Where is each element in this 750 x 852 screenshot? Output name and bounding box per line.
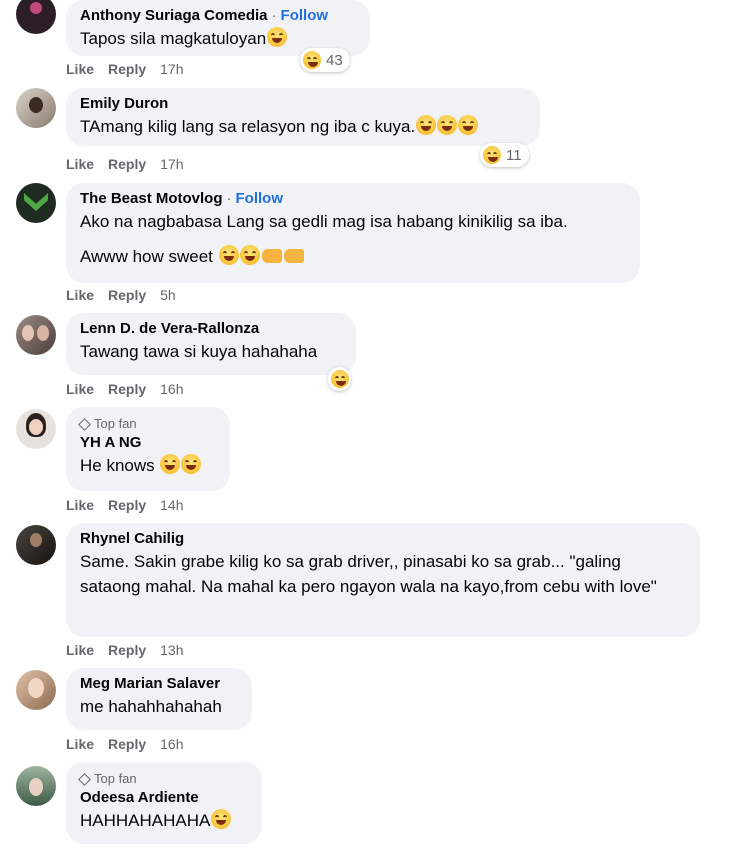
comment-author[interactable]: Anthony Suriaga Comedia xyxy=(80,7,268,24)
comment-actions: Like Reply 17h xyxy=(66,61,184,77)
reaction-count-text: 43 xyxy=(326,51,343,69)
comment-timestamp[interactable]: 16h xyxy=(160,736,183,752)
avatar[interactable] xyxy=(16,766,56,806)
comment-text: Same. Sakin grabe kilig ko sa grab drive… xyxy=(80,552,657,596)
like-button[interactable]: Like xyxy=(66,156,94,172)
laughing-emoji-icon xyxy=(267,27,288,47)
diamond-icon xyxy=(78,417,91,431)
reaction-count-text: 11 xyxy=(506,146,522,164)
reaction-count[interactable]: 43 xyxy=(300,48,350,72)
comment-actions: Like Reply 14h xyxy=(66,497,184,513)
comment-text: me hahahhahahah xyxy=(80,697,222,716)
top-fan-label: Top fan xyxy=(94,416,137,431)
comment-timestamp[interactable]: 14h xyxy=(160,497,183,513)
reaction-count[interactable]: 11 xyxy=(480,143,529,167)
diamond-icon xyxy=(78,772,91,786)
reply-button[interactable]: Reply xyxy=(108,381,146,397)
like-button[interactable]: Like xyxy=(66,736,94,752)
comment-text-2: Awww how sweet xyxy=(80,247,213,266)
comment-timestamp[interactable]: 17h xyxy=(160,156,183,172)
laughing-emoji-icon xyxy=(437,115,458,135)
reply-button[interactable]: Reply xyxy=(108,736,146,752)
laughing-emoji-icon xyxy=(416,115,437,135)
flushed-emoji-icon xyxy=(218,245,239,265)
comment-timestamp[interactable]: 16h xyxy=(160,381,183,397)
reply-button[interactable]: Reply xyxy=(108,642,146,658)
comment-timestamp[interactable]: 17h xyxy=(160,61,183,77)
comment-bubble: The Beast Motovlog · Follow Ako na nagbaba… xyxy=(66,183,640,283)
comment-bubble: Emily Duron TAmang kilig lang sa relasyo… xyxy=(66,88,540,146)
reply-button[interactable]: Reply xyxy=(108,287,146,303)
like-button[interactable]: Like xyxy=(66,381,94,397)
avatar[interactable] xyxy=(16,409,56,449)
pointing-right-icon xyxy=(261,249,282,263)
reply-button[interactable]: Reply xyxy=(108,61,146,77)
comment-author[interactable]: Rhynel Cahilig xyxy=(80,529,686,549)
comment-timestamp[interactable]: 13h xyxy=(160,642,183,658)
follow-link[interactable]: Follow xyxy=(281,7,329,24)
comment-timestamp[interactable]: 5h xyxy=(160,287,176,303)
comment-author[interactable]: Odeesa Ardiente xyxy=(80,788,248,808)
comment-bubble: Meg Marian Salaver me hahahhahahah xyxy=(66,668,252,730)
comment-text: He knows xyxy=(80,456,155,475)
comment-actions: Like Reply 5h xyxy=(66,287,176,303)
comment-bubble: Rhynel Cahilig Same. Sakin grabe kilig k… xyxy=(66,523,700,637)
comment-author[interactable]: Meg Marian Salaver xyxy=(80,674,238,694)
comment-actions: Like Reply 13h xyxy=(66,642,184,658)
reply-button[interactable]: Reply xyxy=(108,497,146,513)
comment-text: Tapos sila magkatuloyan xyxy=(80,29,267,48)
laughing-emoji-icon xyxy=(458,115,479,135)
comment-bubble: Top fan Odeesa Ardiente HAHHAHAHAHA xyxy=(66,762,262,844)
comment-bubble: Lenn D. de Vera-Rallonza Tawang tawa si … xyxy=(66,313,356,375)
separator-dot: · xyxy=(226,190,232,207)
comment-actions: Like Reply 16h xyxy=(66,381,184,397)
like-button[interactable]: Like xyxy=(66,61,94,77)
rolling-eyes-emoji-icon xyxy=(239,245,260,265)
like-button[interactable]: Like xyxy=(66,287,94,303)
comment-text: HAHHAHAHAHA xyxy=(80,811,211,830)
like-button[interactable]: Like xyxy=(66,497,94,513)
top-fan-badge: Top fan xyxy=(78,415,216,433)
comment-author[interactable]: YH A NG xyxy=(80,433,216,453)
follow-link[interactable]: Follow xyxy=(236,190,284,207)
comment-actions: Like Reply 17h xyxy=(66,156,184,172)
avatar[interactable] xyxy=(16,525,56,565)
comment-text-line-2: Awww how sweet xyxy=(80,244,626,269)
comment-author[interactable]: The Beast Motovlog xyxy=(80,190,223,207)
haha-reaction-icon xyxy=(331,370,349,388)
reaction-count[interactable] xyxy=(328,367,351,391)
reply-button[interactable]: Reply xyxy=(108,156,146,172)
separator-dot: · xyxy=(271,7,277,24)
comment-text: Ako na nagbabasa Lang sa gedli mag isa h… xyxy=(80,212,568,231)
pointing-left-icon xyxy=(283,249,304,263)
avatar[interactable] xyxy=(16,315,56,355)
top-fan-badge: Top fan xyxy=(78,770,248,788)
comment-actions: Like Reply 16h xyxy=(66,736,184,752)
comment-text: Tawang tawa si kuya hahahaha xyxy=(80,342,318,361)
haha-reaction-icon xyxy=(303,51,321,69)
comment-author[interactable]: Lenn D. de Vera-Rallonza xyxy=(80,319,342,339)
haha-reaction-icon xyxy=(483,146,501,164)
avatar[interactable] xyxy=(16,88,56,128)
top-fan-label: Top fan xyxy=(94,771,137,786)
grinning-emoji-icon xyxy=(181,454,202,474)
comment-author-line: Anthony Suriaga Comedia · Follow xyxy=(80,6,356,26)
comment-author[interactable]: Emily Duron xyxy=(80,94,526,114)
comment-text: TAmang kilig lang sa relasyon ng iba c k… xyxy=(80,117,416,136)
avatar[interactable] xyxy=(16,670,56,710)
comment-bubble: Top fan YH A NG He knows xyxy=(66,407,230,491)
comment-author-line: The Beast Motovlog · Follow xyxy=(80,189,626,209)
pleading-emoji-icon xyxy=(211,809,232,829)
avatar[interactable] xyxy=(16,183,56,223)
like-button[interactable]: Like xyxy=(66,642,94,658)
avatar[interactable] xyxy=(16,0,56,34)
grinning-emoji-icon xyxy=(160,454,181,474)
